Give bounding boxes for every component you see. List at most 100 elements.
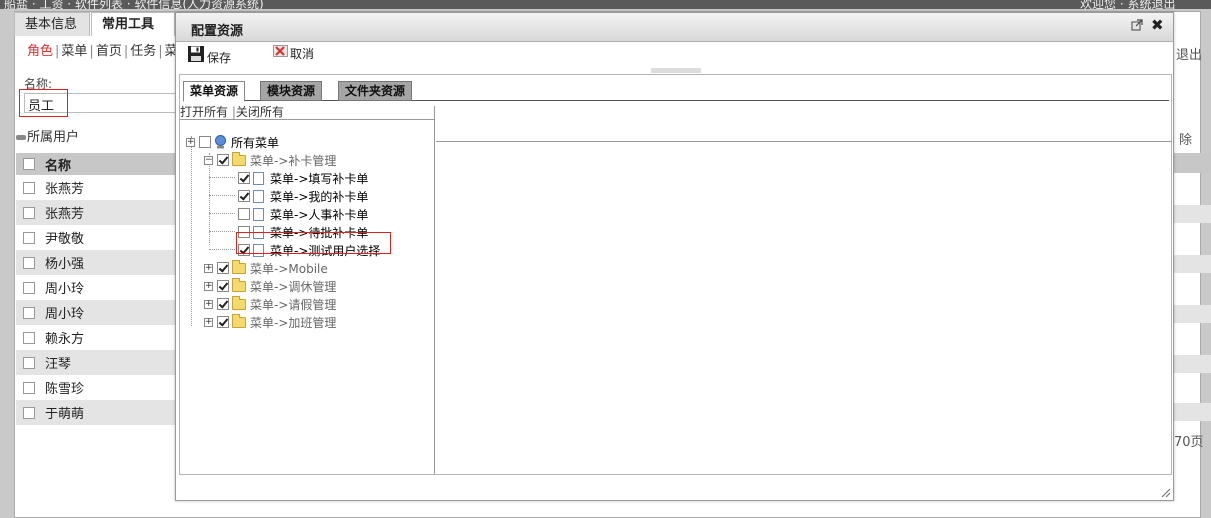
tree-node-root[interactable]: + 所有菜单 — [186, 133, 279, 151]
splitter-handle[interactable] — [651, 68, 701, 73]
dialog-title: 配置资源 — [191, 24, 244, 39]
tab-common-tools[interactable]: 常用工具 — [91, 12, 175, 36]
tree-line — [209, 231, 235, 232]
tree-checkbox[interactable] — [217, 298, 229, 310]
tab-basic-info[interactable]: 基本信息 — [14, 12, 90, 36]
globe-icon — [214, 135, 227, 149]
row-checkbox[interactable] — [23, 181, 35, 194]
expand-icon[interactable]: + — [186, 137, 195, 147]
maximize-icon[interactable] — [1131, 19, 1145, 33]
tree-checkbox[interactable] — [217, 316, 229, 328]
row-checkbox[interactable] — [23, 256, 35, 269]
select-all-checkbox[interactable] — [23, 158, 35, 170]
right-row-strip — [1172, 403, 1211, 421]
open-all-link[interactable]: 打开所有 — [180, 105, 228, 119]
tree-line — [209, 195, 235, 196]
table-row[interactable]: 张燕芳 — [16, 175, 178, 200]
document-icon — [253, 207, 264, 221]
delete-link[interactable]: 除 — [1179, 129, 1192, 148]
folder-icon — [232, 259, 246, 274]
link-home[interactable]: 首页 — [96, 44, 122, 59]
tree-checkbox[interactable] — [217, 280, 229, 292]
tree-line — [209, 213, 235, 214]
table-row[interactable]: 赖永方 — [16, 325, 178, 350]
users-table-header: 名称 — [16, 153, 178, 175]
row-checkbox[interactable] — [23, 356, 35, 369]
row-checkbox[interactable] — [23, 381, 35, 394]
right-row-strip — [1172, 205, 1211, 223]
name-highlight-box — [19, 89, 68, 117]
table-row[interactable]: 杨小强 — [16, 250, 178, 275]
tree-checkbox[interactable] — [238, 172, 250, 184]
link-menu[interactable]: 菜单 — [61, 44, 87, 59]
save-button[interactable]: 保存 — [187, 45, 231, 66]
resource-detail-pane — [436, 106, 1172, 142]
table-row[interactable]: 于萌萌 — [16, 400, 178, 425]
expand-icon[interactable]: + — [204, 263, 213, 273]
menu-tree-pane: 打开所有 |关闭所有 + 所有菜单 − 菜单->补卡管理 菜单->填写补卡单 菜… — [180, 106, 435, 474]
row-checkbox[interactable] — [23, 306, 35, 319]
right-row-strip — [1172, 355, 1211, 373]
tree-node-leaf[interactable]: 菜单->填写补卡单 — [238, 169, 368, 187]
users-section-title[interactable]: 所属用户 — [16, 126, 79, 145]
row-checkbox[interactable] — [23, 281, 35, 294]
resource-tabs: 菜单资源 模块资源 文件夹资源 — [183, 79, 1169, 102]
expand-icon[interactable]: + — [204, 299, 213, 309]
close-all-link[interactable]: 关闭所有 — [236, 105, 284, 119]
dialog-titlebar[interactable]: 配置资源 ✖ — [176, 13, 1173, 42]
tree-node-leaf[interactable]: 菜单->人事补卡单 — [238, 205, 368, 223]
floppy-disk-icon — [187, 45, 205, 66]
config-resource-dialog: 配置资源 ✖ 保存 取消 菜单资源 模块资源 文件夹资源 打开所有 |关闭所有 … — [175, 12, 1174, 501]
document-icon — [253, 171, 264, 185]
tree-node-leaf[interactable]: 菜单->我的补卡单 — [238, 187, 368, 205]
pagination-info: 70页 — [1174, 435, 1204, 450]
tree-node-group[interactable]: + 菜单->调休管理 — [204, 277, 336, 295]
tab-module-resources[interactable]: 模块资源 — [260, 81, 323, 101]
collapse-icon — [16, 135, 26, 140]
tree-line — [209, 177, 235, 178]
tab-folder-resources[interactable]: 文件夹资源 — [338, 81, 413, 101]
folder-icon — [232, 295, 246, 310]
tree-line — [209, 249, 235, 250]
table-row[interactable]: 陈雪珍 — [16, 375, 178, 400]
link-role[interactable]: 角色 — [27, 44, 53, 59]
resize-grip-icon[interactable] — [1159, 486, 1171, 498]
table-row[interactable]: 汪琴 — [16, 350, 178, 375]
top-header-bar: 船盐 · 工资 · 软件列表 · 软件信息(人力资源系统) 欢迎您 · 系统退出 — [0, 0, 1211, 9]
tool-links: 角色 | 菜单 | 首页 | 任务 | 菜 — [27, 44, 178, 59]
row-checkbox[interactable] — [23, 331, 35, 344]
cancel-icon — [273, 45, 288, 62]
collapse-icon[interactable]: − — [204, 155, 213, 165]
tree-node-group[interactable]: − 菜单->补卡管理 — [204, 151, 336, 169]
tree-checkbox[interactable] — [238, 208, 250, 220]
link-task[interactable]: 任务 — [130, 44, 156, 59]
tree-toolbar: 打开所有 |关闭所有 — [180, 106, 435, 120]
table-row[interactable]: 周小玲 — [16, 300, 178, 325]
right-header-strip — [1172, 153, 1211, 173]
tab-menu-resources[interactable]: 菜单资源 — [183, 81, 246, 102]
tree-checkbox[interactable] — [238, 190, 250, 202]
dialog-content: 菜单资源 模块资源 文件夹资源 打开所有 |关闭所有 + 所有菜单 − 菜单->… — [179, 74, 1172, 475]
tree-checkbox[interactable] — [217, 154, 229, 166]
tree-checkbox[interactable] — [217, 262, 229, 274]
tree-checkbox[interactable] — [199, 136, 211, 148]
tree-node-group[interactable]: + 菜单->Mobile — [204, 259, 328, 277]
breadcrumb: 船盐 · 工资 · 软件列表 · 软件信息(人力资源系统) — [4, 0, 264, 9]
row-checkbox[interactable] — [23, 231, 35, 244]
users-table: 名称 张燕芳 张燕芳 尹敬敬 杨小强 周小玲 周小玲 赖永方 汪琴 陈雪珍 于萌… — [16, 153, 178, 425]
folder-open-icon — [232, 151, 246, 166]
table-row[interactable]: 张燕芳 — [16, 200, 178, 225]
row-checkbox[interactable] — [23, 206, 35, 219]
table-row[interactable]: 尹敬敬 — [16, 225, 178, 250]
exit-link[interactable]: 退出 — [1176, 44, 1202, 63]
right-row-strip — [1172, 305, 1211, 323]
expand-icon[interactable]: + — [204, 281, 213, 291]
expand-icon[interactable]: + — [204, 317, 213, 327]
close-icon[interactable]: ✖ — [1151, 17, 1167, 33]
row-checkbox[interactable] — [23, 406, 35, 419]
tree-node-group[interactable]: + 菜单->请假管理 — [204, 295, 336, 313]
table-row[interactable]: 周小玲 — [16, 275, 178, 300]
cancel-button[interactable]: 取消 — [273, 45, 314, 62]
tree-node-group[interactable]: + 菜单->加班管理 — [204, 313, 336, 331]
header-right-links[interactable]: 欢迎您 · 系统退出 — [1080, 0, 1175, 9]
